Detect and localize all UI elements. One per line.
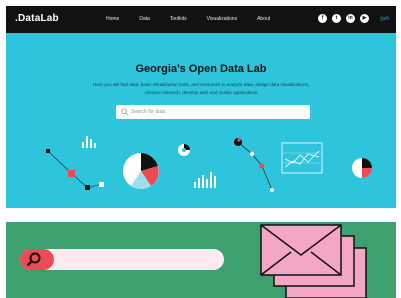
- search-input[interactable]: [131, 107, 301, 117]
- pie-chart-small-illustration: [352, 158, 372, 178]
- donut-icon-illustration: [178, 144, 190, 156]
- nav-about[interactable]: About: [257, 16, 270, 22]
- bar-chart-small-illustration: [82, 136, 96, 148]
- search-bar-illustration: [20, 249, 224, 270]
- facebook-icon[interactable]: f: [318, 14, 327, 23]
- hero-subtitle: Here you will find data, basic visualiza…: [86, 81, 316, 96]
- pie-chart-illustration: [123, 153, 159, 190]
- language-switch[interactable]: ქარ: [380, 16, 389, 22]
- hero-title: Georgia's Open Data Lab: [135, 63, 267, 75]
- search-box[interactable]: [116, 105, 310, 119]
- website-screenshot: .DataLab Home Data Toolkits Visualizatio…: [6, 6, 396, 208]
- network-illustration: [234, 138, 274, 192]
- navbar: .DataLab Home Data Toolkits Visualizatio…: [6, 6, 396, 33]
- bottom-illustration: [20, 224, 367, 298]
- line-chart-panel-illustration: [281, 142, 323, 174]
- hero-subtitle-line-2: conduct research, develop web and mobile…: [144, 89, 258, 95]
- envelope-stack-illustration: [260, 224, 367, 298]
- scatter-chart-illustration: [46, 149, 104, 190]
- twitter-icon[interactable]: t: [332, 14, 341, 23]
- search-icon: [121, 108, 129, 116]
- hero-section: Georgia's Open Data Lab Here you will fi…: [6, 33, 396, 208]
- bar-chart-illustration: [194, 172, 216, 188]
- youtube-icon[interactable]: ▶: [360, 14, 369, 23]
- social-links: f t in ▶: [318, 14, 369, 23]
- nav-toolkits[interactable]: Toolkits: [170, 16, 187, 22]
- linkedin-icon[interactable]: in: [346, 14, 355, 23]
- data-illustration: [46, 136, 372, 192]
- hero-subtitle-line-1: Here you will find data, basic visualiza…: [92, 82, 310, 87]
- bottom-banner: [6, 222, 396, 298]
- nav-home[interactable]: Home: [106, 16, 119, 22]
- nav-visualizations[interactable]: Visualizations: [207, 16, 237, 22]
- nav-menu: Home Data Toolkits Visualizations About: [106, 16, 270, 22]
- nav-data[interactable]: Data: [139, 16, 150, 22]
- site-logo[interactable]: .DataLab: [15, 13, 59, 24]
